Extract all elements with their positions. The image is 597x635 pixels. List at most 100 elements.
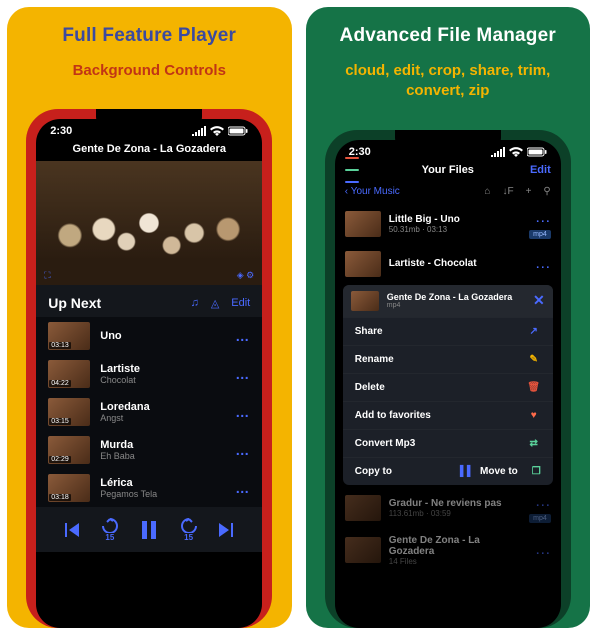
fullscreen-icon[interactable]: ⛶ bbox=[44, 270, 50, 281]
file-list-top: Little Big - Uno50.31mb · 03:13…mp4Larti… bbox=[335, 203, 561, 283]
file-thumb bbox=[345, 495, 381, 521]
more-icon[interactable]: … bbox=[235, 480, 250, 496]
queue-row[interactable]: 03:18 LéricaPegamos Tela … bbox=[36, 469, 262, 507]
more-icon[interactable]: … bbox=[535, 255, 551, 273]
trash-icon: 🗑 bbox=[527, 382, 541, 393]
files-topbar: Your Files Edit bbox=[335, 160, 561, 182]
file-meta: 113.61mb · 03:59 bbox=[389, 509, 521, 518]
sort-icon[interactable]: ↓F bbox=[502, 186, 513, 197]
action-heart[interactable]: Add to favorites♥ bbox=[343, 401, 553, 429]
queue-thumb: 03:18 bbox=[48, 474, 90, 502]
file-thumb bbox=[345, 251, 381, 277]
more-icon[interactable]: … bbox=[535, 209, 551, 227]
queue-thumb: 03:13 bbox=[48, 322, 90, 350]
file-row[interactable]: Lartiste - Chocolat … bbox=[335, 245, 561, 283]
file-row[interactable]: Little Big - Uno50.31mb · 03:13…mp4 bbox=[335, 203, 561, 245]
action-convert[interactable]: Convert Mp3⇄ bbox=[343, 429, 553, 457]
airplay-icon[interactable]: ◈ ⚙ bbox=[237, 270, 255, 281]
queue-thumb: 03:15 bbox=[48, 398, 90, 426]
action-pencil[interactable]: Rename ✎ bbox=[343, 345, 553, 373]
action-trash[interactable]: Delete🗑 bbox=[343, 373, 553, 401]
queue-title: Uno bbox=[100, 330, 225, 342]
promo-panel-player: Full Feature Player Background Controls … bbox=[7, 7, 292, 628]
queue-sub: Chocolat bbox=[100, 375, 225, 385]
battery-icon bbox=[527, 147, 547, 157]
copy-to-button[interactable]: Copy to bbox=[355, 466, 448, 477]
file-row[interactable]: Gente De Zona - La Gozadera14 Files… bbox=[335, 529, 561, 572]
queue-row[interactable]: 04:22 LartisteChocolat … bbox=[36, 355, 262, 393]
queue-thumb: 04:22 bbox=[48, 360, 90, 388]
queue-sub: Angst bbox=[100, 413, 225, 423]
file-thumb bbox=[345, 211, 381, 237]
airplay-small-icon[interactable]: ◬ bbox=[211, 297, 219, 310]
action-label: Rename bbox=[355, 354, 394, 365]
notch bbox=[96, 109, 202, 131]
popup-title: Gente De Zona - La Gozadera bbox=[387, 292, 525, 302]
action-sheet: Gente De Zona - La Gozadera mp4 ✕ Share ↗… bbox=[343, 285, 553, 485]
notch bbox=[395, 130, 501, 152]
pencil-icon: ✎ bbox=[527, 354, 541, 365]
popup-thumb bbox=[351, 291, 379, 311]
share-icon: ↗ bbox=[527, 326, 541, 337]
file-title: Lartiste - Chocolat bbox=[389, 258, 527, 269]
shuffle-icon[interactable]: ♫ bbox=[191, 297, 199, 309]
filter-icon[interactable] bbox=[345, 157, 359, 183]
more-icon[interactable]: … bbox=[235, 328, 250, 344]
battery-icon bbox=[228, 126, 248, 136]
wifi-icon bbox=[210, 126, 224, 136]
action-share[interactable]: Share ↗ bbox=[343, 317, 553, 345]
promo-panel-files: Advanced File Manager cloud, edit, crop,… bbox=[306, 7, 591, 628]
now-playing-title: Gente De Zona - La Gozadera bbox=[73, 143, 226, 155]
more-icon[interactable]: … bbox=[235, 366, 250, 382]
up-next-label: Up Next bbox=[48, 295, 101, 311]
add-icon[interactable]: + bbox=[526, 186, 532, 197]
up-next-list: 03:13 Uno … 04:22 LartisteChocolat … 03:15 Lore… bbox=[36, 317, 262, 507]
pause-button[interactable] bbox=[138, 519, 160, 541]
more-icon[interactable]: … bbox=[235, 404, 250, 420]
edit-link[interactable]: Edit bbox=[530, 164, 551, 176]
convert-icon: ⇄ bbox=[527, 438, 541, 449]
phone-frame: 2:30 Gente De Zona - La Gozadera ⛶ ◈ ⚙ U… bbox=[26, 109, 272, 628]
skip-back-button[interactable]: 15 bbox=[100, 517, 120, 542]
headline: Full Feature Player bbox=[62, 25, 236, 47]
action-sheet-header: Gente De Zona - La Gozadera mp4 ✕ bbox=[343, 285, 553, 317]
breadcrumb-bar: ‹ Your Music ⌂ ↓F + ⚲ bbox=[335, 182, 561, 203]
next-track-button[interactable] bbox=[217, 521, 235, 539]
queue-title: Lartiste bbox=[100, 363, 225, 375]
prev-track-button[interactable] bbox=[63, 521, 81, 539]
file-title: Gradur - Ne reviens pas bbox=[389, 498, 521, 509]
queue-row[interactable]: 03:15 LoredanaAngst … bbox=[36, 393, 262, 431]
file-meta: 50.31mb · 03:13 bbox=[389, 225, 521, 234]
queue-row[interactable]: 02:29MurdaEh Baba… bbox=[36, 431, 262, 469]
search-icon[interactable]: ⚲ bbox=[543, 186, 550, 197]
queue-sub: Pegamos Tela bbox=[100, 489, 225, 499]
skip-fwd-button[interactable]: 15 bbox=[179, 517, 199, 542]
format-badge: mp4 bbox=[529, 230, 551, 239]
queue-row[interactable]: 03:13 Uno … bbox=[36, 317, 262, 355]
edit-link[interactable]: Edit bbox=[231, 297, 250, 309]
screen: 2:30 Gente De Zona - La Gozadera ⛶ ◈ ⚙ U… bbox=[36, 119, 262, 628]
close-icon[interactable]: ✕ bbox=[533, 292, 545, 309]
wifi-icon bbox=[509, 147, 523, 157]
queue-title: Loredana bbox=[100, 401, 225, 413]
queue-thumb: 02:29 bbox=[48, 436, 90, 464]
subline: Background Controls bbox=[73, 61, 226, 81]
status-time: 2:30 bbox=[50, 125, 72, 137]
back-crumb[interactable]: ‹ Your Music bbox=[345, 186, 400, 197]
move-to-button[interactable]: ▌▌Move to❐ bbox=[448, 466, 541, 477]
now-playing-bar: Gente De Zona - La Gozadera bbox=[36, 139, 262, 161]
video-area[interactable]: ⛶ ◈ ⚙ bbox=[36, 161, 262, 285]
popup-sub: mp4 bbox=[387, 302, 525, 309]
action-label: Share bbox=[355, 326, 383, 337]
home-icon[interactable]: ⌂ bbox=[484, 186, 490, 197]
screen-title: Your Files bbox=[422, 164, 474, 176]
up-next-header: Up Next ♫ ◬ Edit bbox=[36, 285, 262, 317]
more-icon[interactable]: … bbox=[535, 493, 551, 511]
queue-title: Lérica bbox=[100, 477, 225, 489]
file-title: Gente De Zona - La Gozadera bbox=[389, 535, 527, 557]
video-thumbnail bbox=[36, 161, 262, 285]
more-icon[interactable]: … bbox=[535, 541, 551, 559]
more-icon[interactable]: … bbox=[235, 442, 250, 458]
file-row[interactable]: Gradur - Ne reviens pas113.61mb · 03:59 …… bbox=[335, 487, 561, 529]
queue-sub: Eh Baba bbox=[100, 451, 225, 461]
